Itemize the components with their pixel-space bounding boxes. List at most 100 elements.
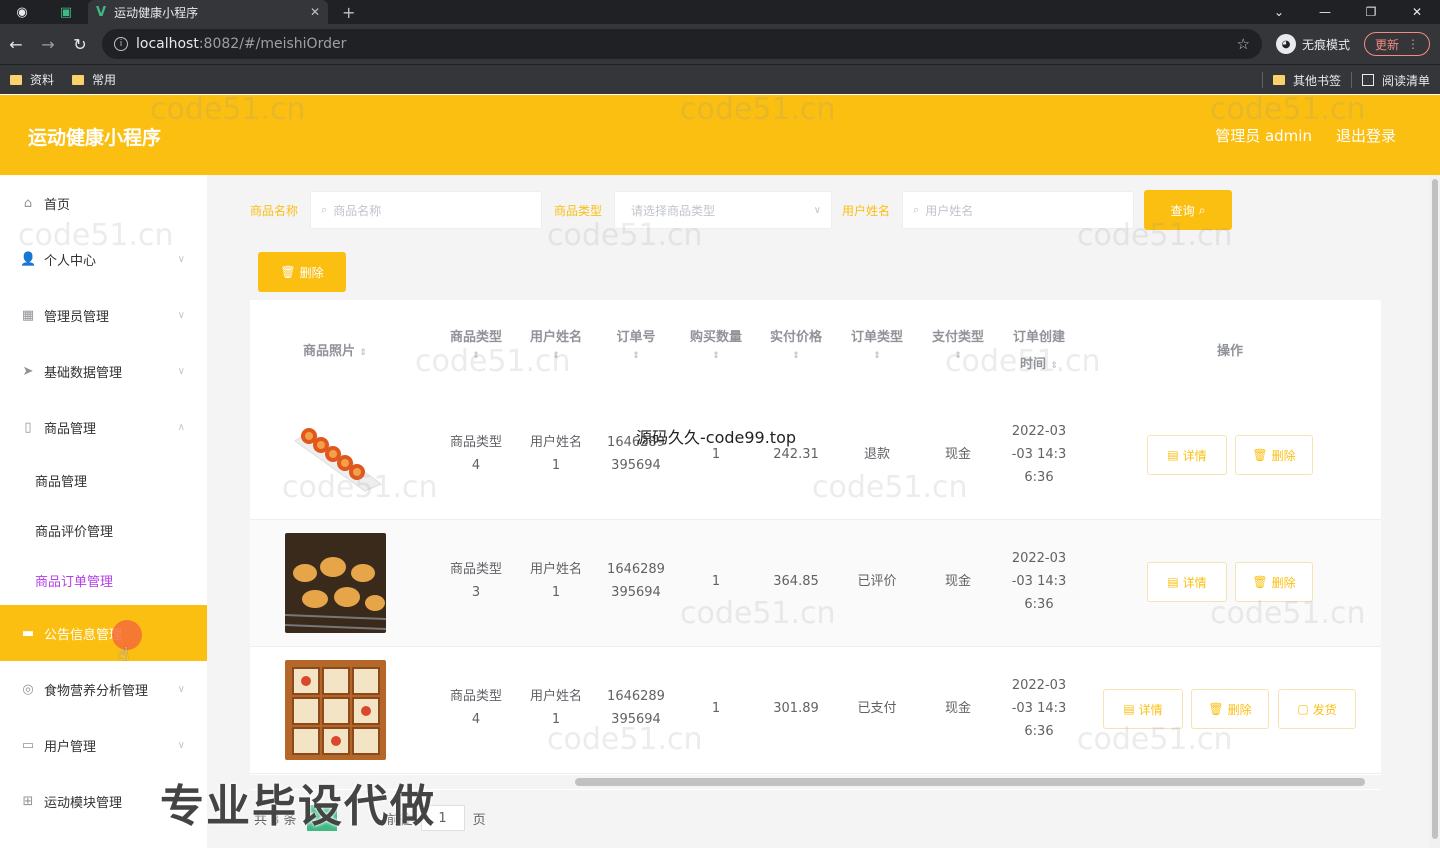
sidebar-item-basic-data[interactable]: ➤ 基础数据管理 ∨ xyxy=(0,343,207,399)
sidebar-item-label: 运动模块管理 xyxy=(44,795,123,811)
phone-icon: ▯ xyxy=(24,419,32,435)
sidebar-item-nutrition[interactable]: ◎ 食物营养分析管理 ∨ xyxy=(0,661,207,717)
bookmark-folder[interactable]: 资料 xyxy=(10,71,54,88)
sidebar: ⌂ 首页 👤 个人中心 ∨ ▦ 管理员管理 ∨ ➤ 基础数据管理 ∨ ▯ 商品管理 ∧ 商品管理 … xyxy=(0,175,207,848)
minimize-icon[interactable]: — xyxy=(1302,5,1348,19)
cell-text: -03 14:3 xyxy=(1011,701,1067,716)
chevron-up-icon: ∧ xyxy=(177,421,185,433)
header-created[interactable]: 订单创建 时间 ⇕ xyxy=(999,324,1079,380)
search-name-input[interactable]: ⌕ 商品名称 xyxy=(310,191,543,229)
cell-pay-type: 现金 xyxy=(944,574,971,589)
product-photo xyxy=(285,533,386,633)
tab-search-icon[interactable]: ⌄ xyxy=(1256,5,1302,19)
cell-qty: 1 xyxy=(711,701,721,716)
page-vertical-scrollbar[interactable] xyxy=(1430,175,1440,848)
submenu-goods-orders[interactable]: 商品订单管理 xyxy=(0,555,207,605)
tab-title: 运动健康小程序 xyxy=(114,5,199,20)
sort-icon[interactable]: ⇕ xyxy=(676,351,756,361)
bookmark-star-icon[interactable]: ☆ xyxy=(1237,35,1250,53)
forward-icon[interactable]: → xyxy=(32,35,64,54)
sidebar-item-admins[interactable]: ▦ 管理员管理 ∨ xyxy=(0,287,207,343)
sort-icon[interactable]: ⇕ xyxy=(918,351,998,361)
search-user-input[interactable]: ⌕ 用户姓名 xyxy=(902,191,1135,229)
sidebar-item-label: 用户管理 xyxy=(44,739,97,755)
header-text: 商品照片 xyxy=(302,344,355,359)
submenu-goods-reviews[interactable]: 商品评价管理 xyxy=(0,505,207,555)
query-button[interactable]: 查询 ⌕ xyxy=(1144,190,1233,230)
header-user[interactable]: 用户姓名 ⇕ xyxy=(516,324,596,361)
header-photo[interactable]: 商品照片 ⇕ xyxy=(290,338,380,367)
chevron-down-icon: ∨ xyxy=(177,739,185,751)
sidebar-item-users[interactable]: ▭ 用户管理 ∨ xyxy=(0,717,207,773)
delete-button[interactable]: 🗑 删除 xyxy=(1191,689,1269,729)
browser-menu-icon[interactable]: ◉ xyxy=(0,0,44,24)
scrollbar-thumb[interactable] xyxy=(575,778,1365,786)
pinned-tab-icon[interactable]: ▣ xyxy=(44,0,88,24)
cell-text: -03 14:3 xyxy=(1011,447,1067,462)
cell-user: 用户姓名 1 xyxy=(516,685,596,731)
close-tab-icon[interactable]: ✕ xyxy=(310,5,320,19)
sort-icon[interactable]: ⇕ xyxy=(360,348,368,358)
search-icon: ⌕ xyxy=(321,203,328,216)
search-user-label: 用户姓名 xyxy=(842,203,891,218)
search-form: 商品名称 ⌕ 商品名称 商品类型 请选择商品类型 ∨ 用户姓名 ⌕ 用户姓名 查询 ⌕ xyxy=(250,190,1233,230)
url-path: :8082/#/meishiOrder xyxy=(198,36,347,52)
back-icon[interactable]: ← xyxy=(0,35,32,54)
address-bar: ← → ↻ i localhost :8082/#/meishiOrder ☆ … xyxy=(0,24,1440,64)
sort-icon[interactable]: ⇕ xyxy=(596,351,676,361)
header-qty[interactable]: 购买数量 ⇕ xyxy=(676,324,756,361)
folder-icon xyxy=(1272,75,1285,85)
reload-icon[interactable]: ↻ xyxy=(64,35,96,54)
detail-button[interactable]: ▤ 详情 xyxy=(1147,435,1227,475)
promo-overlay-text: 专业毕设代做 xyxy=(160,781,436,832)
header-order-no[interactable]: 订单号 ⇕ xyxy=(596,324,676,361)
incognito-indicator[interactable]: ◕ 无痕模式 xyxy=(1276,34,1350,54)
reading-list[interactable]: 阅读清单 xyxy=(1361,72,1430,89)
sidebar-item-notices[interactable]: ▬ 公告信息管理 xyxy=(0,605,207,661)
delete-button[interactable]: 🗑 删除 xyxy=(1235,435,1313,475)
source-overlay-text: 源码久久-code99.top xyxy=(636,428,797,447)
pager-page-unit: 页 xyxy=(472,812,486,828)
browser-tab[interactable]: V 运动健康小程序 ✕ xyxy=(88,0,328,24)
detail-button[interactable]: ▤ 详情 xyxy=(1103,689,1183,729)
delete-button[interactable]: 🗑 删除 xyxy=(1235,562,1313,602)
button-label: 详情 xyxy=(1138,702,1163,717)
sort-icon[interactable]: ⇕ xyxy=(1051,361,1059,371)
scrollbar-thumb[interactable] xyxy=(1432,179,1438,839)
sort-icon[interactable]: ⇕ xyxy=(837,351,917,361)
sidebar-item-home[interactable]: ⌂ 首页 xyxy=(0,175,207,231)
sort-icon[interactable]: ⇕ xyxy=(516,351,596,361)
sidebar-item-label: 公告信息管理 xyxy=(44,627,123,643)
bookmark-folder[interactable]: 常用 xyxy=(72,71,116,88)
new-tab-icon[interactable]: + xyxy=(342,3,355,22)
header-type[interactable]: 商品类型 ⇕ xyxy=(436,324,516,361)
header-price[interactable]: 实付价格 ⇕ xyxy=(756,324,836,361)
header-order-type[interactable]: 订单类型 ⇕ xyxy=(837,324,917,361)
admin-user-label: 管理员 admin xyxy=(1215,127,1312,145)
search-type-select[interactable]: 请选择商品类型 ∨ xyxy=(614,191,833,229)
detail-button[interactable]: ▤ 详情 xyxy=(1147,562,1227,602)
other-bookmarks[interactable]: 其他书签 xyxy=(1272,72,1341,89)
cell-text: -03 14:3 xyxy=(1011,574,1067,589)
logout-link[interactable]: 退出登录 xyxy=(1336,125,1396,146)
site-info-icon[interactable]: i xyxy=(114,37,128,51)
ship-button[interactable]: ▢ 发货 xyxy=(1278,689,1356,729)
cell-pay-type: 现金 xyxy=(944,447,971,462)
submenu-goods[interactable]: 商品管理 xyxy=(0,455,207,505)
sidebar-item-goods[interactable]: ▯ 商品管理 ∧ xyxy=(0,399,207,455)
sidebar-item-label: 商品管理 xyxy=(44,421,97,437)
batch-delete-button[interactable]: 🗑 删除 xyxy=(258,252,346,292)
restore-icon[interactable]: ❐ xyxy=(1348,5,1394,19)
sort-icon[interactable]: ⇕ xyxy=(436,351,516,361)
header-pay-type[interactable]: 支付类型 ⇕ xyxy=(918,324,998,361)
sort-icon[interactable]: ⇕ xyxy=(756,351,836,361)
sidebar-item-label: 首页 xyxy=(44,197,71,213)
close-window-icon[interactable]: ✕ xyxy=(1394,5,1440,19)
folder-icon: ▬ xyxy=(21,625,35,641)
cell-created: 2022-03 -03 14:3 6:36 xyxy=(999,674,1079,743)
update-button[interactable]: 更新 ⋮ xyxy=(1364,32,1431,56)
url-input[interactable]: i localhost :8082/#/meishiOrder ☆ xyxy=(102,29,1262,59)
sidebar-item-profile[interactable]: 👤 个人中心 ∨ xyxy=(0,231,207,287)
window-controls: ⌄ — ❐ ✕ xyxy=(1256,0,1440,24)
separator xyxy=(1350,72,1352,88)
